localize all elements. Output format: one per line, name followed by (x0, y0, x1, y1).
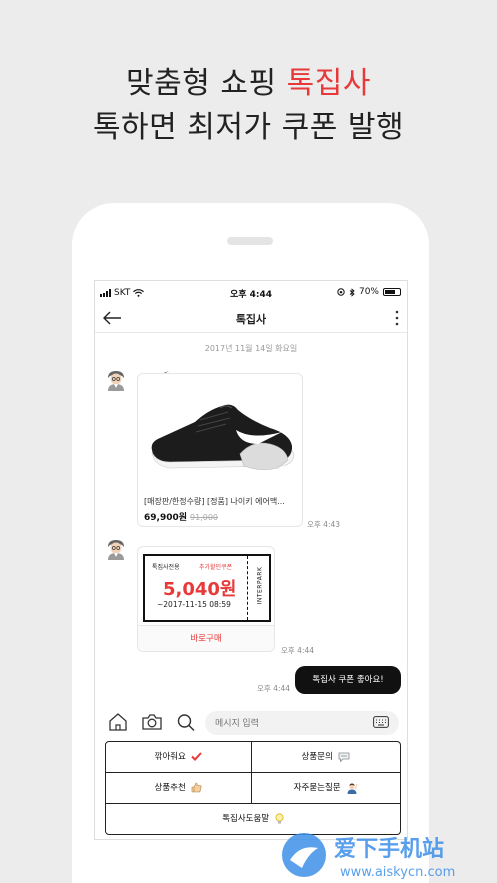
orientation-lock-icon (337, 288, 345, 296)
quick-recommend-label: 상품추천 (154, 783, 186, 793)
coupon-expiry: ~2017-11-15 08:59 (157, 600, 231, 609)
quick-reply-menu: 깎아줘요 상품문의 상품추천 자주묻는질문 톡집사도움말 (105, 741, 401, 835)
hero-brand-accent: 톡집사 (286, 66, 371, 101)
status-bar: SKT 오후 4:44 70% (95, 281, 407, 305)
bot-avatar-icon[interactable] (105, 538, 127, 560)
camera-icon[interactable] (141, 712, 163, 732)
coupon-message-time: 오후 4:44 (281, 646, 315, 655)
lightbulb-icon (275, 813, 284, 824)
more-menu-icon[interactable] (393, 308, 401, 328)
product-original-price: 91,000 (190, 513, 219, 522)
my-message-time: 오후 4:44 (257, 684, 291, 693)
product-message-time: 오후 4:43 (307, 520, 341, 529)
message-input[interactable] (205, 711, 399, 735)
coupon-brand-logo: INTERPARK (256, 566, 264, 605)
coupon-ticket[interactable]: 톡집사전용 추가할인쿠폰 5,040원 ~2017-11-15 08:59 IN… (143, 554, 271, 622)
coupon-card: 톡집사전용 추가할인쿠폰 5,040원 ~2017-11-15 08:59 IN… (137, 546, 275, 652)
product-name: [매장판/한정수량] [정품] 나이키 에어맥... (144, 497, 285, 506)
person-raising-hand-icon (347, 783, 358, 794)
thumbs-up-icon (192, 782, 202, 793)
product-price-row: 69,900원 91,000 (144, 510, 218, 523)
hero-line-1: 맞춤형 쇼핑 톡집사 (0, 62, 497, 106)
product-card[interactable]: [매장판/한정수량] [정품] 나이키 에어맥... 69,900원 91,000 (137, 373, 303, 527)
speech-bubble-icon (339, 752, 350, 762)
red-check-icon (191, 752, 203, 761)
quick-discount-button[interactable]: 깎아줘요 (106, 742, 252, 773)
battery-percent: 70% (358, 287, 379, 297)
svg-text:爱下手机站: 爱下手机站 (334, 837, 444, 862)
product-price: 69,900원 (144, 513, 188, 523)
hero-line-2: 톡하면 최저가 쿠폰 발행 (92, 110, 405, 145)
battery-level-fill (385, 290, 395, 294)
quick-faq-button[interactable]: 자주묻는질문 (252, 773, 400, 804)
quick-recommend-button[interactable]: 상품추천 (106, 773, 252, 804)
coupon-perforation (247, 556, 249, 620)
chat-header: 톡집사 (95, 305, 407, 333)
my-message-bubble: 톡집사 쿠폰 좋아요! (295, 666, 401, 694)
status-right-group: 70% (337, 287, 401, 297)
sneaker-product-image (151, 404, 295, 470)
bluetooth-icon (349, 287, 355, 297)
hero-line-1-prefix: 맞춤형 쇼핑 (126, 66, 277, 101)
input-bar (95, 707, 407, 737)
svg-text:www.aiskycn.com: www.aiskycn.com (340, 865, 455, 880)
phone-speaker (227, 237, 273, 245)
quick-discount-label: 깎아줘요 (154, 752, 186, 762)
buy-now-button[interactable]: 바로구매 (138, 625, 274, 651)
home-icon[interactable] (107, 712, 129, 732)
quick-faq-label: 자주묻는질문 (293, 783, 341, 793)
keyboard-icon[interactable] (373, 716, 389, 728)
search-icon[interactable] (175, 712, 197, 732)
date-divider: 2017년 11월 14일 화요일 (204, 344, 298, 353)
quick-help-label: 톡집사도움말 (222, 814, 270, 824)
coupon-label: 톡집사전용 (152, 564, 180, 571)
quick-inquiry-button[interactable]: 상품문의 (252, 742, 400, 773)
coupon-sublabel: 추가할인쿠폰 (199, 564, 233, 571)
quick-inquiry-label: 상품문의 (301, 752, 333, 762)
bot-avatar-icon[interactable] (105, 369, 127, 391)
battery-icon (383, 288, 401, 296)
phone-screen: SKT 오후 4:44 70% 톡집사 2017년 11월 14일 화요일 [매… (94, 280, 408, 840)
hero-headline: 맞춤형 쇼핑 톡집사 톡하면 최저가 쿠폰 발행 (0, 62, 497, 150)
watermark-logo: 爱下手机站 www.aiskycn.com (282, 833, 455, 880)
coupon-amount: 5,040원 (163, 579, 237, 600)
chat-title: 톡집사 (235, 313, 267, 326)
